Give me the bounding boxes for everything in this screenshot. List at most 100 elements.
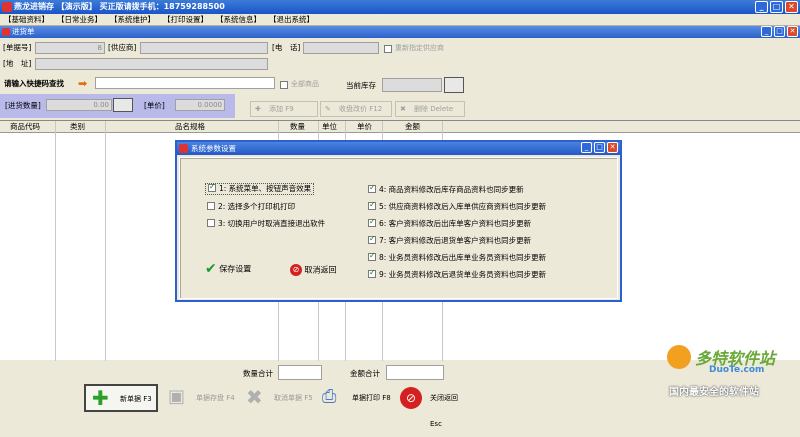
option-4-checkbox[interactable] [368, 183, 376, 193]
col-category[interactable]: 类别 [70, 121, 85, 133]
dialog-body: 1: 系统菜单、按钮声音效果 2: 选择多个打印机打印 3: 切换用户时取消直接… [179, 157, 618, 299]
price-label: [单价] [144, 101, 165, 110]
save-icon: ▣ [168, 386, 186, 407]
menu-exit[interactable]: 【退出系统】 [265, 14, 318, 25]
supplier-label: [供应商] [108, 43, 137, 52]
option-5[interactable]: 5: 供应商资料修改后入库单供应商资料也同步更新 [368, 200, 546, 212]
stop-icon: ⊘ [400, 387, 422, 409]
printer-icon: ⎙ [322, 386, 337, 407]
app-titlebar: 燕龙进销存 【演示版】 买正版请拨手机：18759288500 _ □ ✕ [0, 0, 800, 14]
qty-unit-box [113, 98, 133, 112]
plus-icon: ✚ [92, 386, 109, 410]
col-name[interactable]: 品名规格 [175, 121, 205, 133]
menu-system-info[interactable]: 【系统信息】 [212, 14, 265, 25]
sub-close-button[interactable]: ✕ [787, 26, 798, 37]
checkmark-icon: ✔ [205, 261, 217, 277]
option-8[interactable]: 8: 业务员资料修改后出库单业务员资料也同步更新 [368, 251, 546, 263]
menu-daily-business[interactable]: 【日常业务】 [53, 14, 106, 25]
menu-basic-data[interactable]: 【基础资料】 [0, 14, 53, 25]
option-9-checkbox[interactable] [368, 268, 376, 278]
option-6-checkbox[interactable] [368, 217, 376, 227]
add-item-button[interactable]: ✚ 添加 F9 [250, 101, 318, 117]
all-goods-checkbox[interactable] [280, 80, 288, 89]
delete-icon: ✖ [400, 105, 406, 113]
scan-input[interactable] [95, 77, 275, 89]
qty-label: [进货数量] [5, 101, 41, 110]
minimize-button[interactable]: _ [755, 1, 768, 13]
amount-total-label: 金额合计 [350, 369, 380, 378]
maximize-button[interactable]: □ [770, 1, 783, 13]
dialog-maximize-button[interactable]: □ [594, 142, 605, 153]
doc-no-field[interactable]: 8 [35, 42, 105, 54]
address-label: [地 址] [3, 59, 32, 68]
menu-system-maintenance[interactable]: 【系统维护】 [106, 14, 159, 25]
app-title: 燕龙进销存 【演示版】 买正版请拨手机：18759288500 [14, 2, 225, 11]
remember-label: 重新指定供应商 [395, 44, 444, 52]
phone-label: [电 话] [272, 43, 301, 52]
option-5-checkbox[interactable] [368, 200, 376, 210]
qty-total-field [278, 365, 322, 380]
option-7[interactable]: 7: 客户资料修改后退货单客户资料也同步更新 [368, 234, 531, 246]
option-8-checkbox[interactable] [368, 251, 376, 261]
dialog-titlebar: 系统参数设置 _ □ ✕ [177, 142, 620, 155]
menu-print-settings[interactable]: 【打印设置】 [159, 14, 212, 25]
col-price[interactable]: 单价 [357, 121, 372, 133]
print-doc-button[interactable]: ⎙ 单据打印 F8 [318, 385, 392, 413]
x-icon: ✖ [246, 385, 263, 409]
remember-checkbox[interactable] [384, 44, 392, 53]
all-goods-label: 全部商品 [291, 80, 319, 88]
purchase-window-icon [2, 28, 10, 36]
dialog-minimize-button[interactable]: _ [581, 142, 592, 153]
grid-header: 商品代码 类别 品名规格 数量 单位 单价 金额 [0, 121, 800, 133]
doc-no-label: [单据号] [3, 43, 32, 52]
purchase-window-titlebar: 进货单 _ □ ✕ [0, 26, 800, 38]
option-2-checkbox[interactable] [207, 202, 215, 210]
option-3-checkbox[interactable] [207, 219, 215, 227]
cancel-doc-button[interactable]: ✖ 取消单据 F5 [240, 385, 314, 413]
sub-maximize-button[interactable]: □ [774, 26, 785, 37]
qty-field[interactable]: 0.00 [46, 99, 112, 111]
option-3[interactable]: 3: 切换用户时取消直接退出软件 [207, 219, 325, 229]
address-field[interactable] [35, 58, 268, 70]
new-doc-button[interactable]: ✚ 新单据 F3 [84, 384, 158, 412]
dialog-close-button[interactable]: ✕ [607, 142, 618, 153]
option-1-checkbox[interactable] [208, 182, 216, 192]
col-unit[interactable]: 单位 [322, 121, 337, 133]
close-button[interactable]: ✕ [785, 1, 798, 13]
option-2[interactable]: 2: 选择多个打印机打印 [207, 202, 295, 212]
phone-field[interactable] [303, 42, 379, 54]
close-return-button[interactable]: ⊘ 关闭返回 Esc [396, 385, 472, 428]
system-params-dialog: 系统参数设置 _ □ ✕ 1: 系统菜单、按钮声音效果 2: 选择多个打印机打印… [175, 140, 622, 302]
sub-minimize-button[interactable]: _ [761, 26, 772, 37]
arrow-right-icon: ➡ [78, 77, 88, 90]
col-amount[interactable]: 金额 [405, 121, 420, 133]
purchase-window-title: 进货单 [12, 27, 35, 36]
watermark-slogan: 国内最安全的软件站 [669, 387, 759, 398]
supplier-field[interactable] [140, 42, 268, 54]
cancel-return-button[interactable]: ⊘ 取消返回 [290, 264, 337, 276]
stock-unit-box [444, 77, 464, 93]
save-doc-button[interactable]: ▣ 单据存盘 F4 [162, 385, 236, 413]
add-icon: ✚ [255, 105, 261, 113]
scan-label: 请输入快捷码查找 [4, 79, 64, 88]
stock-field [382, 78, 442, 92]
option-4[interactable]: 4: 商品资料修改后库存商品资料也同步更新 [368, 183, 524, 195]
stock-label: 当前库存 [346, 81, 376, 90]
option-9[interactable]: 9: 业务员资料修改后退货单业务员资料也同步更新 [368, 268, 546, 280]
delete-item-button[interactable]: ✖ 删除 Delete [395, 101, 465, 117]
option-7-checkbox[interactable] [368, 234, 376, 244]
duote-watermark: 多特软件站 DuoTe.com 国内最安全的软件站 [655, 345, 800, 415]
menu-bar: 【基础资料】 【日常业务】 【系统维护】 【打印设置】 【系统信息】 【退出系统… [0, 14, 800, 26]
option-1[interactable]: 1: 系统菜单、按钮声音效果 [205, 182, 315, 195]
edit-price-button[interactable]: ✎ 收盘改价 F12 [320, 101, 392, 117]
col-qty[interactable]: 数量 [290, 121, 305, 133]
col-code[interactable]: 商品代码 [10, 121, 40, 133]
option-6[interactable]: 6: 客户资料修改后出库单客户资料也同步更新 [368, 217, 531, 229]
price-field[interactable]: 0.0000 [175, 99, 225, 111]
watermark-site: DuoTe.com [709, 365, 765, 375]
save-settings-button[interactable]: ✔ 保存设置 [205, 261, 251, 277]
stop-icon: ⊘ [290, 264, 302, 276]
edit-icon: ✎ [325, 105, 331, 113]
dialog-title: 系统参数设置 [191, 144, 236, 153]
watermark-logo-icon [667, 345, 691, 369]
